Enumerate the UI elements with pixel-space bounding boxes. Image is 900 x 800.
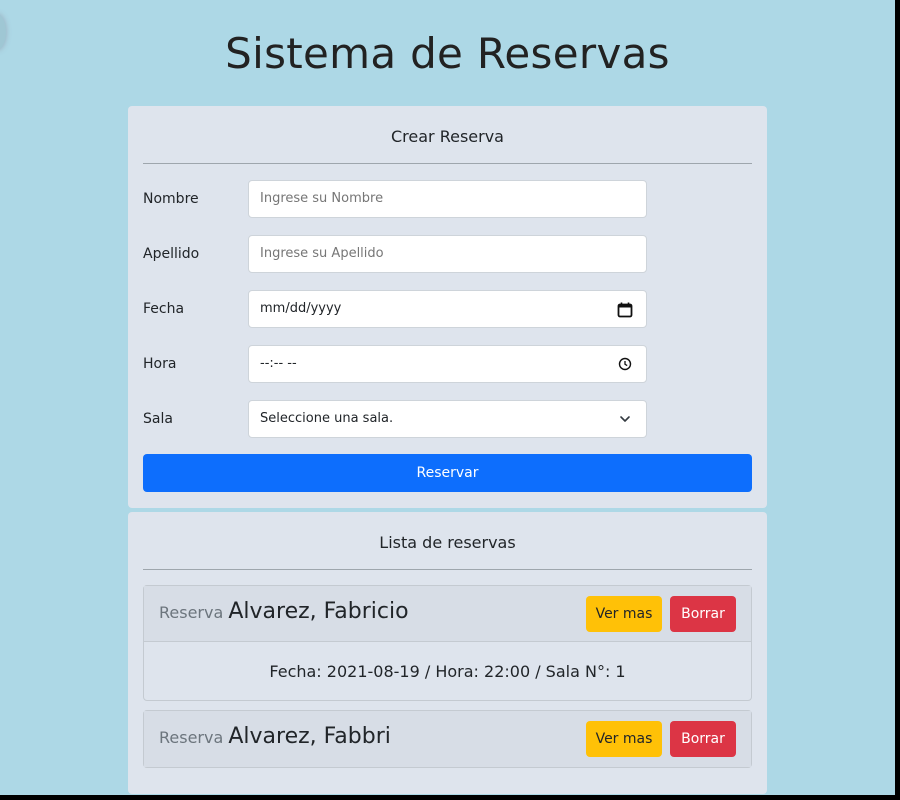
chevron-down-icon bbox=[620, 416, 630, 422]
sala-select[interactable]: Seleccione una sala. bbox=[248, 400, 647, 438]
apellido-row: Apellido Ingrese su Apellido bbox=[143, 235, 648, 273]
reservation-card: Reserva Alvarez, Fabbri Ver mas Borrar bbox=[143, 710, 752, 768]
hora-value: --:-- -- bbox=[260, 356, 297, 371]
reservation-name: Alvarez, Fabbri bbox=[228, 724, 391, 749]
reservation-prefix: Reserva bbox=[159, 728, 224, 747]
hora-label: Hora bbox=[143, 356, 177, 372]
reservation-title: Reserva Alvarez, Fabbri bbox=[159, 711, 391, 764]
borrar-button[interactable]: Borrar bbox=[670, 721, 736, 757]
hora-row: Hora --:-- -- bbox=[143, 345, 648, 383]
clock-icon[interactable] bbox=[618, 357, 632, 371]
nombre-label: Nombre bbox=[143, 191, 199, 207]
create-reservation-panel: Crear Reserva Nombre Ingrese su Nombre A… bbox=[128, 106, 767, 508]
hora-time-input[interactable]: --:-- -- bbox=[248, 345, 647, 383]
page-title: Sistema de Reservas bbox=[225, 29, 670, 78]
sala-label: Sala bbox=[143, 411, 173, 427]
reservation-card: Reserva Alvarez, Fabricio Ver mas Borrar… bbox=[143, 585, 752, 701]
sala-row: Sala Seleccione una sala. bbox=[143, 400, 648, 438]
reservation-prefix: Reserva bbox=[159, 603, 224, 622]
ver-mas-button[interactable]: Ver mas bbox=[586, 596, 662, 632]
fecha-date-input[interactable]: mm/dd/yyyy bbox=[248, 290, 647, 328]
fecha-row: Fecha mm/dd/yyyy bbox=[143, 290, 648, 328]
apellido-input[interactable]: Ingrese su Apellido bbox=[248, 235, 647, 273]
reservation-card-header: Reserva Alvarez, Fabbri Ver mas Borrar bbox=[144, 711, 751, 767]
reservation-list-header: Lista de reservas bbox=[143, 512, 752, 570]
create-reservation-header: Crear Reserva bbox=[143, 106, 752, 164]
reservation-name: Alvarez, Fabricio bbox=[228, 599, 409, 624]
reservation-list-panel: Lista de reservas Reserva Alvarez, Fabri… bbox=[128, 512, 767, 794]
sala-selected-value: Seleccione una sala. bbox=[260, 411, 394, 426]
fecha-value: mm/dd/yyyy bbox=[260, 301, 342, 316]
fecha-label: Fecha bbox=[143, 301, 185, 317]
nombre-input[interactable]: Ingrese su Nombre bbox=[248, 180, 647, 218]
reservation-details: Fecha: 2021-08-19 / Hora: 22:00 / Sala N… bbox=[269, 662, 626, 681]
nombre-row: Nombre Ingrese su Nombre bbox=[143, 180, 648, 218]
ver-mas-button[interactable]: Ver mas bbox=[586, 721, 662, 757]
reservation-card-header: Reserva Alvarez, Fabricio Ver mas Borrar bbox=[144, 586, 751, 642]
reservation-title: Reserva Alvarez, Fabricio bbox=[159, 586, 409, 639]
borrar-button[interactable]: Borrar bbox=[670, 596, 736, 632]
reservar-button[interactable]: Reservar bbox=[143, 454, 752, 492]
apellido-label: Apellido bbox=[143, 246, 200, 262]
calendar-icon[interactable] bbox=[617, 302, 633, 318]
